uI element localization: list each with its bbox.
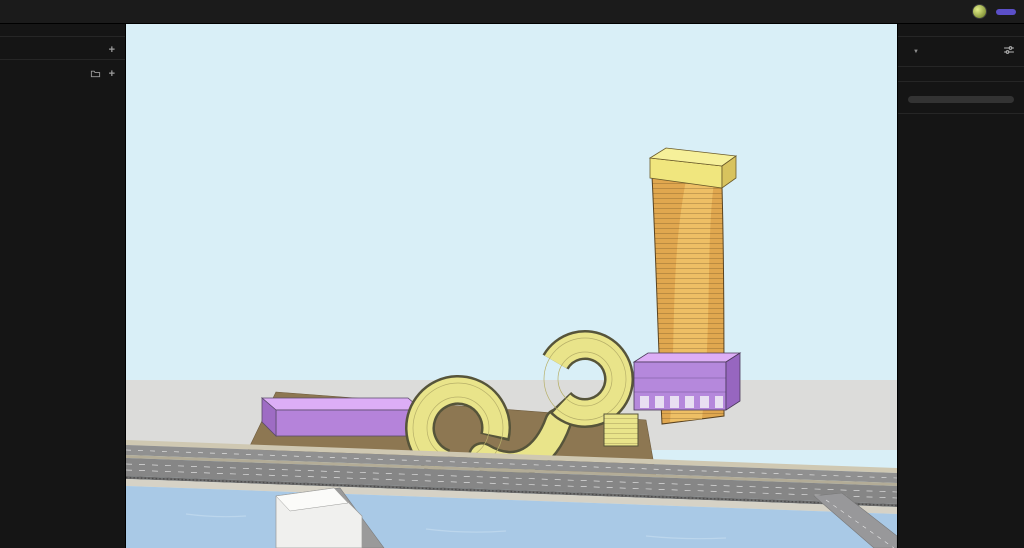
views-section-header: +: [0, 60, 125, 84]
add-view-icon[interactable]: +: [109, 69, 115, 80]
chevron-down-icon: ▼: [913, 49, 919, 55]
add-board-icon[interactable]: +: [109, 45, 115, 56]
user-avatar[interactable]: [972, 4, 987, 19]
building-area-bar: [908, 96, 1014, 103]
app-window: + +: [0, 0, 1024, 548]
topbar-right: [972, 4, 1016, 19]
share-button[interactable]: [996, 9, 1016, 15]
left-sidebar: + +: [0, 24, 126, 548]
sliders-icon[interactable]: [1003, 44, 1015, 59]
area-types-header: [898, 114, 1024, 125]
boards-section-header: +: [0, 37, 125, 59]
metrics-panel: ▼: [897, 24, 1024, 548]
top-toolbar: [0, 0, 1024, 24]
folder-add-icon[interactable]: [90, 68, 101, 81]
building-section-header: [898, 82, 1024, 93]
scene-canvas: [126, 24, 897, 548]
views-tree: [0, 84, 125, 89]
site-metric: [898, 67, 1024, 81]
retail-building: [634, 353, 740, 410]
preset-selector[interactable]: ▼: [898, 37, 1024, 66]
viewport-3d[interactable]: [126, 24, 897, 548]
tower-podium: [262, 398, 422, 436]
